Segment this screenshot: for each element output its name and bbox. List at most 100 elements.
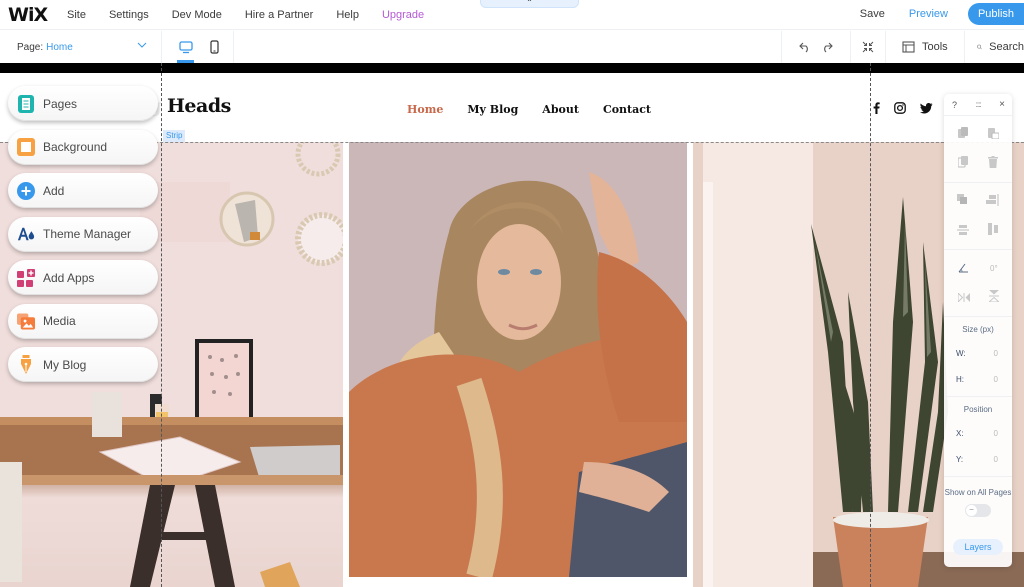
- page-label: Page:: [17, 41, 44, 53]
- search-button[interactable]: Search: [964, 31, 1024, 63]
- nav-my-blog[interactable]: My Blog: [467, 103, 518, 116]
- flip-horizontal-icon[interactable]: [957, 289, 970, 307]
- mobile-view-button[interactable]: [206, 39, 222, 55]
- inspector-header: ? :::: ×: [944, 94, 1012, 116]
- undo-button[interactable]: [799, 42, 811, 53]
- desktop-view-button[interactable]: [178, 39, 194, 55]
- divider: [944, 249, 1012, 250]
- distribute-row: [944, 216, 1012, 245]
- x-field[interactable]: X: 0: [944, 420, 1012, 446]
- rotation-value[interactable]: 0°: [990, 264, 998, 273]
- media-button[interactable]: Media: [8, 303, 158, 339]
- right-gridline: [870, 63, 871, 587]
- show-on-all-pages-toggle[interactable]: −: [965, 504, 991, 517]
- add-label: Add: [43, 183, 65, 198]
- divider: [944, 182, 1012, 183]
- mobile-icon: [209, 40, 219, 54]
- wix-editor: WiX Site Settings Dev Mode Hire a Partne…: [0, 0, 1024, 587]
- divider: [944, 476, 1012, 477]
- save-button[interactable]: Save: [860, 8, 885, 20]
- social-bar: [873, 101, 933, 119]
- site-title-visible-part: Heads: [166, 95, 231, 117]
- menu-dev-mode[interactable]: Dev Mode: [172, 9, 222, 21]
- menu-settings[interactable]: Settings: [109, 9, 149, 21]
- background-button[interactable]: Background: [8, 129, 158, 165]
- my-blog-button[interactable]: My Blog: [8, 347, 158, 382]
- top-bar: WiX Site Settings Dev Mode Hire a Partne…: [0, 0, 1024, 30]
- match-size-icon[interactable]: [987, 222, 999, 240]
- zoom-out-button[interactable]: [850, 31, 885, 63]
- y-value[interactable]: 0: [994, 455, 998, 464]
- menu-hire-partner[interactable]: Hire a Partner: [245, 9, 313, 21]
- width-label: W:: [956, 348, 966, 358]
- left-panel: Pages Background Add Theme Manager Add A…: [8, 86, 160, 391]
- copy-icon[interactable]: [957, 126, 969, 144]
- inspector-panel: ? :::: × 0° Size (px) W: 0 H: 0 Position…: [944, 94, 1012, 567]
- page-selector[interactable]: Page: Home: [0, 31, 162, 63]
- align-icon[interactable]: [986, 193, 999, 211]
- drag-handle-icon[interactable]: ::::: [976, 100, 982, 109]
- toolbar-right: Tools Search: [781, 31, 1024, 63]
- add-apps-button[interactable]: Add Apps: [8, 260, 158, 295]
- preview-button[interactable]: Preview: [909, 8, 948, 20]
- top-menu: Site Settings Dev Mode Hire a Partner He…: [67, 9, 447, 21]
- height-value[interactable]: 0: [994, 375, 998, 384]
- facebook-icon[interactable]: [873, 101, 880, 119]
- strip-label[interactable]: Strip: [163, 130, 186, 142]
- chevron-up-icon: ⌃: [526, 0, 533, 7]
- theme-manager-button[interactable]: Theme Manager: [8, 216, 158, 252]
- menu-site[interactable]: Site: [67, 9, 86, 21]
- flip-row: [944, 283, 1012, 312]
- add-button[interactable]: Add: [8, 173, 158, 208]
- page-value: Home: [46, 41, 73, 53]
- collapse-toolbar-tab[interactable]: ⌃: [480, 0, 579, 8]
- divider: [944, 396, 1012, 397]
- copy-paste-row: [944, 120, 1012, 149]
- tools-icon: [902, 41, 915, 53]
- y-field[interactable]: Y: 0: [944, 446, 1012, 472]
- rotation-row: 0°: [944, 254, 1012, 283]
- pages-icon: [17, 94, 35, 113]
- publish-button[interactable]: Publish: [968, 3, 1024, 25]
- nav-home[interactable]: Home: [407, 103, 443, 116]
- delete-icon[interactable]: [988, 155, 999, 173]
- editor-toolbar: Page: Home Tools Search: [0, 31, 1024, 63]
- chevron-down-icon: [137, 42, 147, 48]
- rotate-icon[interactable]: [958, 260, 969, 278]
- left-gridline: [161, 63, 162, 587]
- flip-vertical-icon[interactable]: [987, 289, 1000, 307]
- height-field[interactable]: H: 0: [944, 366, 1012, 392]
- twitter-icon[interactable]: [920, 101, 933, 119]
- search-icon: [977, 44, 982, 50]
- width-value[interactable]: 0: [994, 349, 998, 358]
- tools-label: Tools: [922, 41, 948, 53]
- add-apps-icon: [17, 268, 35, 287]
- paste-icon[interactable]: [987, 126, 999, 144]
- divider: [944, 316, 1012, 317]
- background-label: Background: [43, 140, 108, 154]
- help-icon[interactable]: ?: [952, 100, 957, 110]
- menu-upgrade[interactable]: Upgrade: [382, 9, 424, 21]
- arrange-icon[interactable]: [956, 193, 969, 211]
- media-icon: [17, 312, 35, 330]
- desktop-icon: [179, 40, 193, 53]
- tools-button[interactable]: Tools: [885, 31, 964, 63]
- redo-button[interactable]: [821, 42, 833, 53]
- instagram-icon[interactable]: [894, 101, 906, 119]
- center-align-icon[interactable]: [957, 222, 970, 240]
- theme-manager-label: Theme Manager: [43, 227, 132, 241]
- portrait-photo[interactable]: [349, 142, 687, 577]
- pages-button[interactable]: Pages: [8, 86, 158, 121]
- nav-about[interactable]: About: [542, 103, 579, 116]
- width-field[interactable]: W: 0: [944, 340, 1012, 366]
- wix-logo[interactable]: WiX: [8, 4, 58, 26]
- menu-help[interactable]: Help: [336, 9, 359, 21]
- layers-button[interactable]: Layers: [953, 539, 1003, 555]
- add-icon: [17, 181, 35, 200]
- duplicate-icon[interactable]: [957, 155, 969, 173]
- x-value[interactable]: 0: [994, 429, 998, 438]
- duplicate-delete-row: [944, 149, 1012, 178]
- close-icon[interactable]: ×: [999, 99, 1005, 110]
- nav-contact[interactable]: Contact: [603, 103, 651, 116]
- minus-icon: −: [966, 505, 977, 516]
